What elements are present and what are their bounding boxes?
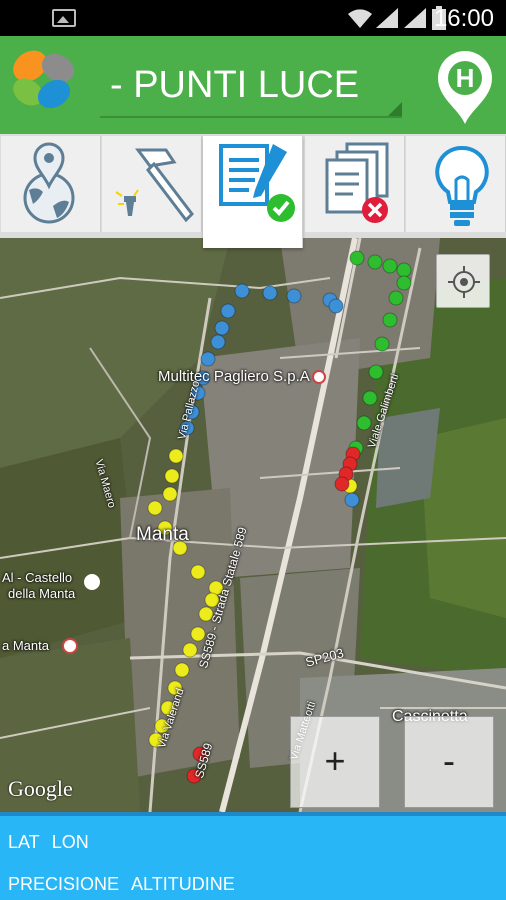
tree-icon: [84, 574, 100, 590]
poi-icon: [312, 370, 326, 384]
map-label-company: Multitec Pagliero S.p.A: [158, 368, 310, 385]
light-point-marker[interactable]: [367, 254, 383, 270]
lon-label: LON: [51, 832, 89, 852]
light-point-marker[interactable]: [210, 334, 226, 350]
clock: 16:00: [433, 5, 494, 32]
map-label-castle-line2: della Manta: [8, 586, 76, 601]
tool-hammer[interactable]: [102, 136, 202, 232]
tool-globe-pin[interactable]: [1, 136, 101, 232]
image-icon: [52, 9, 76, 27]
light-point-marker[interactable]: [168, 448, 184, 464]
light-point-marker[interactable]: [368, 364, 384, 380]
tool-edit-check[interactable]: [203, 136, 303, 248]
light-point-marker[interactable]: [262, 285, 278, 301]
my-location-button[interactable]: [436, 254, 490, 308]
lat-label: LAT: [8, 832, 40, 852]
light-point-marker[interactable]: [147, 500, 163, 516]
google-attribution: Google: [8, 776, 73, 801]
light-point-marker[interactable]: [182, 642, 198, 658]
zoom-out-button[interactable]: -: [404, 716, 494, 808]
light-point-marker[interactable]: [356, 415, 372, 431]
light-point-marker[interactable]: [200, 351, 216, 367]
light-point-marker[interactable]: [362, 390, 378, 406]
altitude-label: ALTITUDINE: [131, 874, 235, 894]
crosshair-icon: [448, 266, 480, 298]
app-logo[interactable]: [8, 44, 78, 114]
light-point-marker[interactable]: [162, 486, 178, 502]
edit-document-check-icon: [219, 144, 295, 222]
globe-pin-icon: [23, 142, 75, 224]
light-point-marker[interactable]: [174, 662, 190, 678]
home-pin-icon[interactable]: H: [434, 50, 496, 126]
precision-label: PRECISIONE: [8, 874, 120, 894]
accuracy-row: PRECISIONE ALTITUDINE: [8, 874, 247, 895]
light-point-marker[interactable]: [388, 290, 404, 306]
light-point-marker[interactable]: [164, 468, 180, 484]
tool-delete-docs[interactable]: [305, 136, 405, 232]
section-title: - PUNTI LUCE: [110, 64, 360, 106]
light-point-marker[interactable]: [190, 564, 206, 580]
spinner-arrow-icon: [388, 102, 402, 116]
light-point-marker[interactable]: [396, 262, 412, 278]
light-point-marker[interactable]: [382, 258, 398, 274]
light-point-marker[interactable]: [334, 476, 350, 492]
light-point-marker[interactable]: [328, 298, 344, 314]
app-header: - PUNTI LUCE H: [0, 36, 506, 134]
info-panel: LAT LON PRECISIONE ALTITUDINE: [0, 812, 506, 900]
signal-icon: [404, 8, 426, 28]
coordinates-row: LAT LON: [8, 832, 101, 853]
home-pin-letter: H: [456, 63, 475, 93]
toolbar: [0, 134, 506, 248]
status-bar: 16:00: [0, 0, 506, 36]
hammer-icon: [115, 148, 194, 223]
map-view[interactable]: Multitec Pagliero S.p.A Manta Al - Caste…: [0, 238, 506, 812]
light-point-marker[interactable]: [344, 492, 360, 508]
poi-icon: [62, 638, 78, 654]
documents-delete-icon: [325, 142, 389, 223]
section-spinner[interactable]: - PUNTI LUCE: [100, 56, 402, 118]
light-bulb-icon: [435, 145, 489, 226]
light-point-marker[interactable]: [220, 303, 236, 319]
light-point-marker[interactable]: [349, 250, 365, 266]
map-label-town: Manta: [136, 524, 189, 545]
light-point-marker[interactable]: [234, 283, 250, 299]
zoom-in-button[interactable]: +: [290, 716, 380, 808]
wifi-icon: [348, 9, 372, 28]
light-point-marker[interactable]: [382, 312, 398, 328]
light-point-marker[interactable]: [396, 275, 412, 291]
signal-icon: [376, 8, 398, 28]
light-point-marker[interactable]: [214, 320, 230, 336]
map-label-manta-poi: a Manta: [2, 638, 49, 653]
map-label-castle-line1: Al - Castello: [2, 570, 73, 585]
light-point-marker[interactable]: [286, 288, 302, 304]
tool-light-bulb[interactable]: [406, 136, 506, 232]
light-point-marker[interactable]: [374, 336, 390, 352]
